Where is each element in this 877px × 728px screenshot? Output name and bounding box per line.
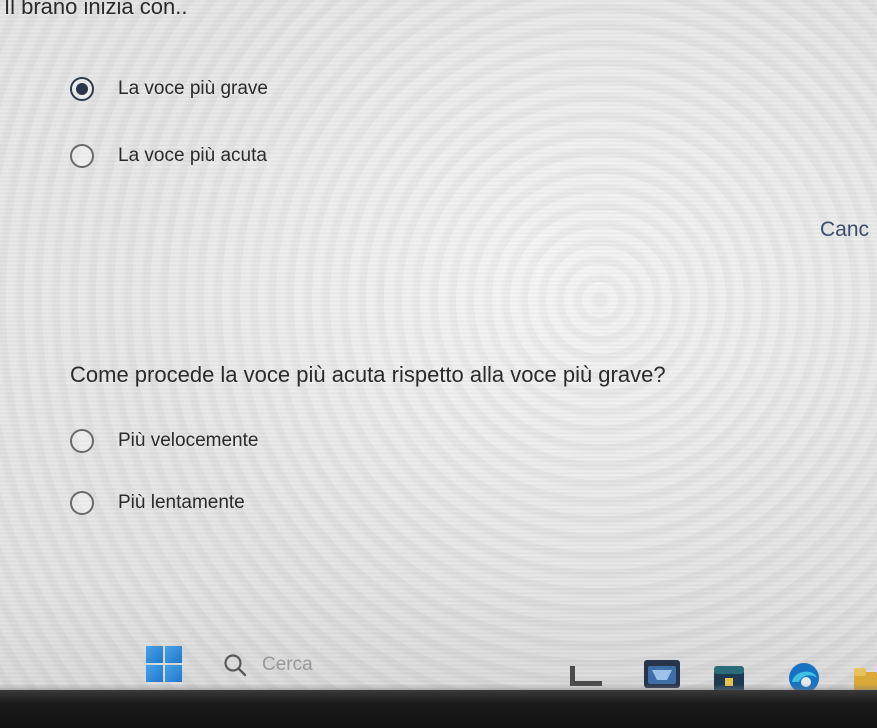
question-2-option-1[interactable]: Più velocemente	[70, 426, 258, 456]
radio-unselected-icon[interactable]	[70, 144, 94, 168]
start-tile	[165, 646, 182, 663]
start-tile	[146, 646, 163, 663]
monitor-bezel	[0, 690, 877, 728]
windows-start-icon[interactable]	[146, 646, 182, 682]
question-1-option-1-label: La voce più grave	[118, 78, 268, 99]
radio-unselected-icon[interactable]	[70, 429, 94, 453]
question-2-option-1-label: Più velocemente	[118, 430, 259, 451]
radio-selected-icon[interactable]	[70, 77, 94, 101]
search-placeholder: Cerca	[262, 654, 313, 675]
question-1-option-1[interactable]: La voce più grave	[70, 74, 268, 104]
start-tile	[146, 665, 163, 682]
radio-unselected-icon[interactable]	[70, 491, 94, 515]
question-2-option-2[interactable]: Più lentamente	[70, 488, 245, 518]
question-1-title: Il brano inizia con..	[4, 0, 188, 19]
question-1-option-2-label: La voce più acuta	[118, 145, 267, 166]
taskbar-search-box[interactable]: Cerca	[222, 650, 313, 680]
question-1-option-2[interactable]: La voce più acuta	[70, 141, 267, 171]
start-tile	[165, 665, 182, 682]
taskbar: Cerca	[0, 640, 877, 693]
question-2-title: Come procede la voce più acuta rispetto …	[70, 362, 666, 387]
question-2-option-2-label: Più lentamente	[118, 492, 245, 513]
search-icon	[224, 654, 247, 677]
cancel-button[interactable]: Canc	[820, 218, 869, 242]
